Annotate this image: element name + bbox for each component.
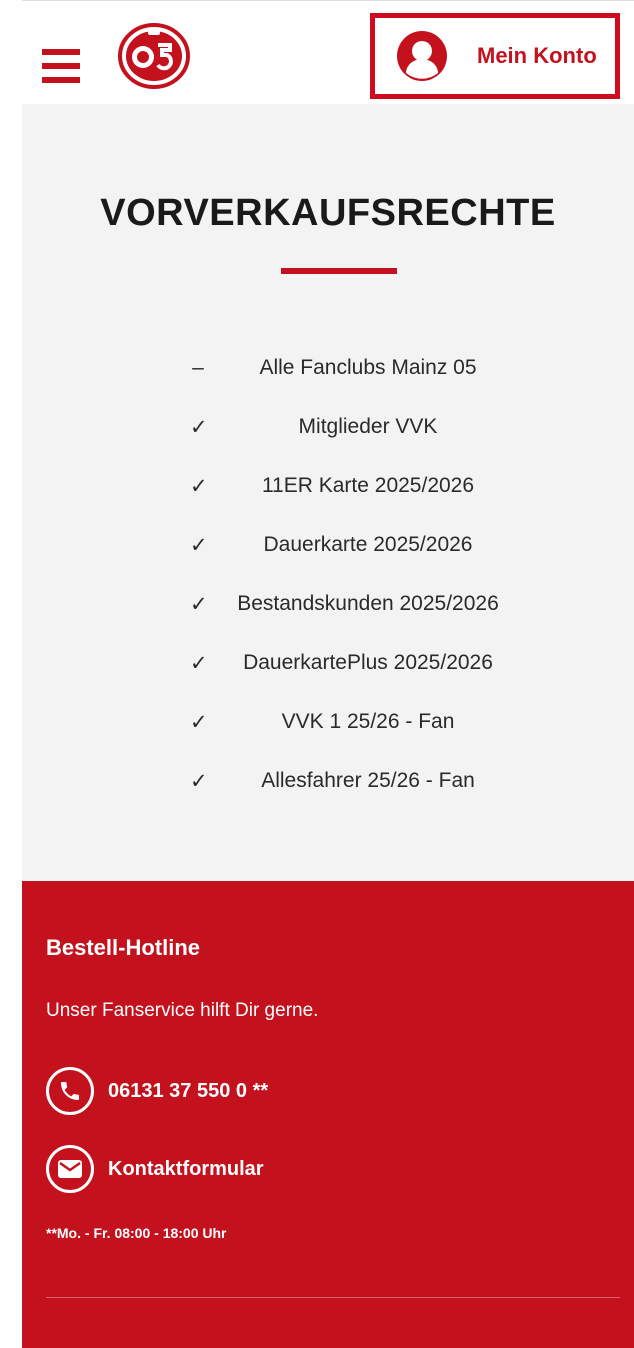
hotline-subtitle: Unser Fanservice hilft Dir gerne. [46, 1000, 319, 1021]
opening-hours: **Mo. - Fr. 08:00 - 18:00 Uhr [46, 1225, 227, 1241]
right-label: DauerkartePlus 2025/2026 [243, 651, 493, 674]
mail-icon [46, 1145, 94, 1193]
page-title: VORVERKAUFSRECHTE [100, 192, 556, 234]
checkmark-icon: ✓ [190, 534, 208, 557]
phone-number: 06131 37 550 0 ** [108, 1079, 269, 1102]
my-account-button[interactable]: Mein Konto [370, 13, 620, 99]
right-label: Dauerkarte 2025/2026 [263, 533, 473, 556]
right-label: VVK 1 25/26 - Fan [281, 710, 455, 733]
list-item: ✓ DauerkartePlus 2025/2026 [22, 639, 634, 698]
menu-bar [42, 77, 80, 83]
checkmark-icon: ✓ [190, 652, 208, 675]
checkmark-icon: ✓ [190, 475, 208, 498]
presale-rights-list: – Alle Fanclubs Mainz 05 ✓ Mitglieder VV… [22, 344, 634, 816]
page: Mein Konto VORVERKAUFSRECHTE – Alle Fanc… [0, 0, 634, 1348]
right-label: 11ER Karte 2025/2026 [261, 474, 475, 497]
phone-icon [46, 1067, 94, 1115]
checkmark-icon: ✓ [190, 416, 208, 439]
user-avatar-icon [397, 31, 447, 81]
hotline-title: Bestell-Hotline [46, 935, 201, 960]
footer-divider [46, 1297, 620, 1298]
hamburger-menu-icon[interactable] [42, 49, 80, 83]
right-label: Mitglieder VVK [298, 415, 438, 438]
menu-bar [42, 63, 80, 69]
right-label: Allesfahrer 25/26 - Fan [261, 769, 475, 792]
phone-link[interactable]: 06131 37 550 0 ** [46, 1067, 268, 1115]
dash-icon: – [192, 356, 204, 379]
list-item: ✓ Bestandskunden 2025/2026 [22, 580, 634, 639]
club-logo-icon[interactable] [118, 23, 190, 89]
contact-form-link[interactable]: Kontaktformular [46, 1145, 264, 1193]
list-item: ✓ Allesfahrer 25/26 - Fan [22, 757, 634, 816]
menu-bar [42, 49, 80, 55]
list-item: ✓ Mitglieder VVK [22, 403, 634, 462]
my-account-label: Mein Konto [477, 43, 597, 68]
checkmark-icon: ✓ [190, 770, 208, 793]
hotline-footer: Bestell-Hotline Unser Fanservice hilft D… [22, 881, 634, 1348]
presale-rights-section: VORVERKAUFSRECHTE – Alle Fanclubs Mainz … [22, 104, 634, 881]
right-label: Bestandskunden 2025/2026 [237, 592, 499, 615]
list-item: ✓ 11ER Karte 2025/2026 [22, 462, 634, 521]
checkmark-icon: ✓ [190, 711, 208, 734]
right-label: Alle Fanclubs Mainz 05 [259, 356, 477, 379]
list-item: – Alle Fanclubs Mainz 05 [22, 344, 634, 403]
list-item: ✓ VVK 1 25/26 - Fan [22, 698, 634, 757]
title-underline [281, 268, 397, 274]
list-item: ✓ Dauerkarte 2025/2026 [22, 521, 634, 580]
contact-form-label: Kontaktformular [108, 1157, 264, 1180]
checkmark-icon: ✓ [190, 593, 208, 616]
site-header: Mein Konto [22, 0, 634, 105]
